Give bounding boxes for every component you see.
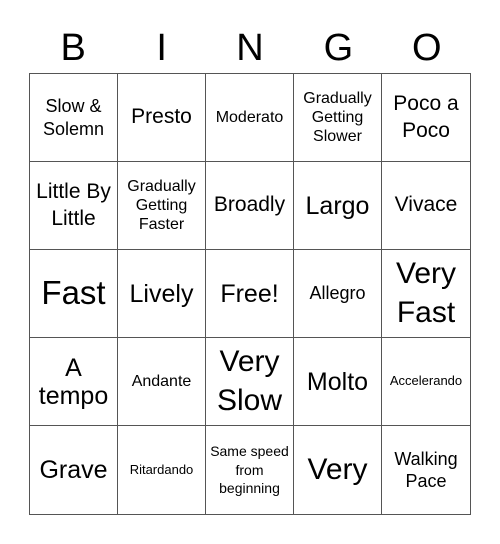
bingo-cell[interactable]: Andante <box>118 338 206 426</box>
bingo-cell[interactable]: Molto <box>294 338 382 426</box>
cell-text: Walking Pace <box>394 448 458 492</box>
cell-text: Same speed from beginning <box>210 442 289 497</box>
cell-text: Gradually Getting Slower <box>303 89 372 146</box>
cell-text: Accelerando <box>389 373 463 389</box>
bingo-cell[interactable]: Little By Little <box>30 162 118 250</box>
cell-text: Andante <box>131 372 192 390</box>
cell-text: Very <box>307 452 368 486</box>
bingo-cell[interactable]: Very Slow <box>206 338 294 426</box>
cell-text: Presto <box>131 105 192 129</box>
cell-text: Lively <box>129 279 194 308</box>
bingo-board: Slow & Solemn Presto Moderato Gradually … <box>29 73 471 515</box>
cell-text: Allegro <box>309 283 366 304</box>
bingo-cell[interactable]: Gradually Getting Faster <box>118 162 206 250</box>
bingo-cell[interactable]: Largo <box>294 162 382 250</box>
bingo-cell[interactable]: Poco a Poco <box>382 74 470 162</box>
bingo-cell[interactable]: Allegro <box>294 250 382 338</box>
cell-text: Broadly <box>213 193 286 217</box>
bingo-cell[interactable]: Presto <box>118 74 206 162</box>
bingo-cell[interactable]: A tempo <box>30 338 118 426</box>
cell-text: Fast <box>41 274 106 312</box>
bingo-cell[interactable]: Gradually Getting Slower <box>294 74 382 162</box>
bingo-cell[interactable]: Fast <box>30 250 118 338</box>
free-space-cell[interactable]: Free! <box>206 250 294 338</box>
cell-text: Gradually Getting Faster <box>127 177 196 234</box>
header-letter-b: B <box>60 27 86 69</box>
bingo-cell[interactable]: Slow & Solemn <box>30 74 118 162</box>
bingo-cell[interactable]: Broadly <box>206 162 294 250</box>
header-letter-n: N <box>236 27 264 69</box>
bingo-cell[interactable]: Walking Pace <box>382 426 470 514</box>
cell-text: Largo <box>305 191 370 220</box>
header-letter-i: I <box>156 27 167 69</box>
cell-text: Grave <box>39 456 108 484</box>
bingo-cell[interactable]: Lively <box>118 250 206 338</box>
cell-text: Very Fast <box>395 257 457 329</box>
cell-text: Very Slow <box>216 345 283 417</box>
cell-text: Ritardando <box>129 461 194 477</box>
bingo-header: B I N G O <box>29 26 471 70</box>
header-letter-g: G <box>323 27 354 69</box>
header-letter-o: O <box>412 27 442 69</box>
bingo-cell[interactable]: Grave <box>30 426 118 514</box>
cell-text: A tempo <box>38 353 109 410</box>
cell-text: Slow & Solemn <box>42 96 105 139</box>
bingo-cell[interactable]: Very <box>294 426 382 514</box>
bingo-cell[interactable]: Same speed from beginning <box>206 426 294 514</box>
cell-text: Vivace <box>394 193 458 217</box>
bingo-cell[interactable]: Vivace <box>382 162 470 250</box>
cell-text: Molto <box>306 367 369 396</box>
bingo-cell[interactable]: Accelerando <box>382 338 470 426</box>
cell-text: Poco a Poco <box>393 92 459 142</box>
bingo-cell[interactable]: Moderato <box>206 74 294 162</box>
cell-text: Little By Little <box>36 180 111 230</box>
cell-text: Moderato <box>215 108 284 126</box>
free-space-text: Free! <box>220 279 279 308</box>
bingo-cell[interactable]: Ritardando <box>118 426 206 514</box>
bingo-cell[interactable]: Very Fast <box>382 250 470 338</box>
